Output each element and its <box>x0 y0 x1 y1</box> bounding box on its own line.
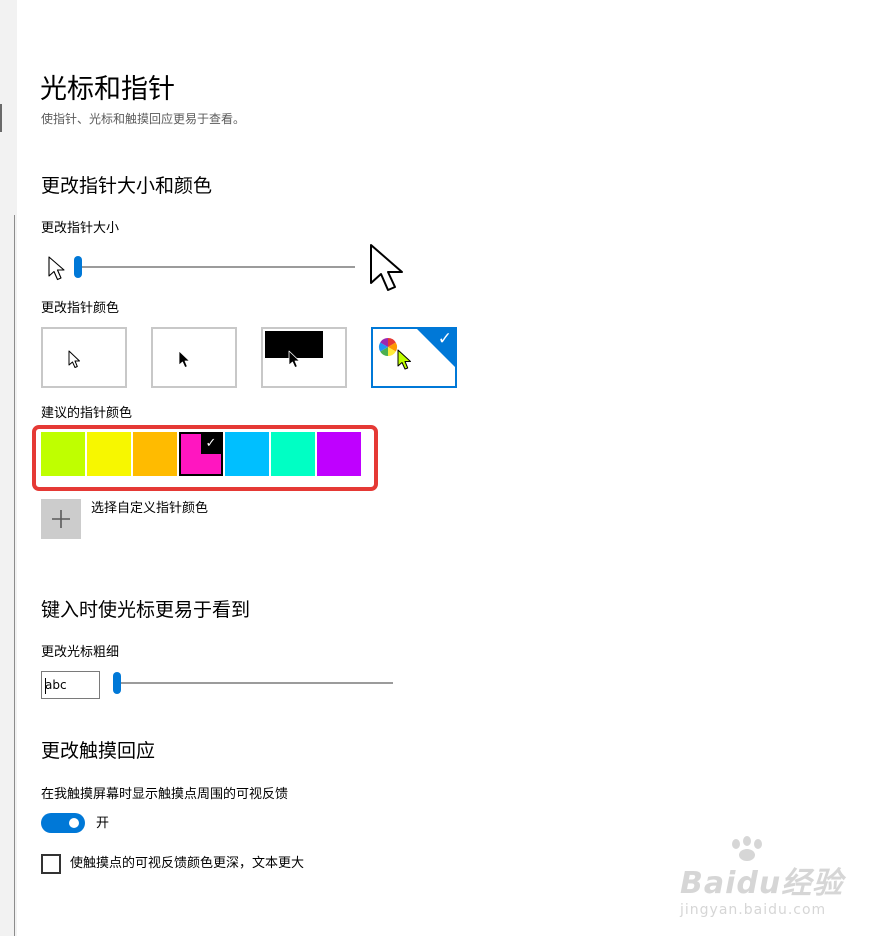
watermark: Baidu经验 jingyan.baidu.com <box>680 836 843 918</box>
pointer-color-inverted-option[interactable] <box>261 327 347 388</box>
black-pointer-icon <box>178 350 192 374</box>
darker-feedback-label[interactable]: 使触摸点的可视反馈颜色更深，文本更大 <box>70 855 304 873</box>
toggle-state-label: 开 <box>96 816 110 831</box>
large-pointer-icon <box>369 243 405 299</box>
pane-divider <box>14 215 15 936</box>
color-wheel-icon <box>378 337 398 361</box>
pointer-size-label: 更改指针大小 <box>41 221 120 236</box>
cursor-section-title: 键入时使光标更易于看到 <box>41 599 251 621</box>
pointer-size-track[interactable] <box>77 266 355 268</box>
darker-feedback-checkbox[interactable] <box>41 854 61 874</box>
cursor-preview-text: abc <box>45 678 67 692</box>
paw-icon <box>726 836 768 866</box>
lime-pointer-icon <box>397 349 413 375</box>
add-custom-color-button[interactable] <box>41 499 81 539</box>
touch-section-title: 更改触摸回应 <box>41 740 156 762</box>
toggle-knob <box>69 818 79 828</box>
nav-selection-indicator <box>0 104 2 132</box>
pointer-size-thumb[interactable] <box>74 256 82 278</box>
inverted-pointer-icon <box>288 350 302 374</box>
custom-color-label[interactable]: 选择自定义指针颜色 <box>91 500 208 518</box>
cursor-thickness-track[interactable] <box>116 682 393 684</box>
page-description: 使指针、光标和触摸回应更易于查看。 <box>41 112 246 126</box>
pointer-color-white-option[interactable] <box>41 327 127 388</box>
page-title: 光标和指针 <box>40 74 175 106</box>
cursor-thickness-thumb[interactable] <box>113 672 121 694</box>
pointer-section-title: 更改指针大小和颜色 <box>41 175 213 197</box>
cursor-preview-box: abc <box>41 671 100 699</box>
watermark-url: jingyan.baidu.com <box>680 902 827 918</box>
pointer-color-custom-option[interactable]: ✓ <box>371 327 457 388</box>
white-pointer-icon <box>68 350 82 374</box>
highlight-annotation-frame <box>32 425 378 491</box>
cursor-thickness-label: 更改光标粗细 <box>41 645 120 660</box>
touch-feedback-toggle[interactable] <box>41 813 85 833</box>
text-cursor-mark <box>45 678 46 694</box>
touch-feedback-label: 在我触摸屏幕时显示触摸点周围的可视反馈 <box>41 787 289 802</box>
checkmark-icon: ✓ <box>437 329 452 349</box>
small-pointer-icon <box>47 256 67 286</box>
pointer-color-label: 更改指针颜色 <box>41 301 120 316</box>
suggested-colors-label: 建议的指针颜色 <box>41 406 133 421</box>
pointer-color-black-option[interactable] <box>151 327 237 388</box>
plus-icon <box>41 499 81 543</box>
